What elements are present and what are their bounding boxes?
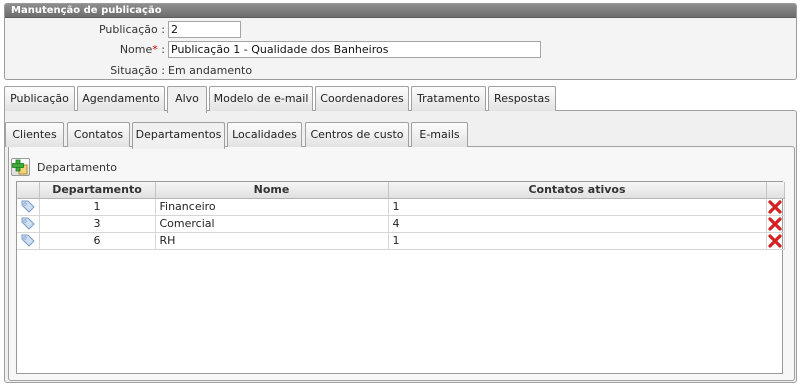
tab-departamentos[interactable]: Departamentos xyxy=(132,122,225,149)
cell-contatos: 1 xyxy=(388,198,767,216)
departamentos-grid: Departamento Nome Contatos ativos 1 Fina… xyxy=(16,181,785,374)
tab-modelo-de-email[interactable]: Modelo de e-mail xyxy=(209,86,313,111)
nome-label-colon: : xyxy=(161,43,165,56)
publicacao-input[interactable] xyxy=(168,21,241,38)
panel-title: Manutenção de publicação xyxy=(5,4,796,18)
cell-departamento: 1 xyxy=(39,198,156,216)
delete-cell[interactable] xyxy=(766,215,785,233)
tab-centros-de-custo[interactable]: Centros de custo xyxy=(305,122,409,147)
situacao-label: Situação : xyxy=(110,64,165,77)
cell-departamento: 3 xyxy=(39,215,156,233)
tab-alvo[interactable]: Alvo xyxy=(167,86,207,113)
tab-tratamento[interactable]: Tratamento xyxy=(411,86,486,111)
row-icon-cell[interactable] xyxy=(17,198,40,216)
tab-contatos[interactable]: Contatos xyxy=(67,122,130,147)
cell-contatos: 4 xyxy=(388,215,767,233)
delete-cell[interactable] xyxy=(766,198,785,216)
cell-departamento: 6 xyxy=(39,232,156,250)
publicacao-label: Publicação : xyxy=(98,23,165,36)
row-icon-cell[interactable] xyxy=(17,215,40,233)
delete-icon[interactable] xyxy=(768,233,782,248)
delete-icon[interactable] xyxy=(768,216,782,231)
cell-nome: Financeiro xyxy=(155,198,389,216)
tab-localidades[interactable]: Localidades xyxy=(227,122,302,147)
cell-contatos: 1 xyxy=(388,232,767,250)
tab-clientes[interactable]: Clientes xyxy=(5,122,64,147)
tag-icon[interactable] xyxy=(20,216,36,231)
nome-input[interactable] xyxy=(168,41,541,58)
situacao-row: Situação : Em andamento xyxy=(5,62,796,79)
column-header-icon xyxy=(17,182,40,199)
table-row[interactable]: 3 Comercial 4 xyxy=(17,215,785,233)
situacao-value: Em andamento xyxy=(168,64,253,77)
tag-icon[interactable] xyxy=(20,233,36,248)
column-header-contatos-ativos[interactable]: Contatos ativos xyxy=(388,182,767,199)
tab-agendamento[interactable]: Agendamento xyxy=(77,86,165,111)
add-departamento-label: Departamento xyxy=(37,161,118,174)
tab-respostas[interactable]: Respostas xyxy=(488,86,556,111)
tab-emails[interactable]: E-mails xyxy=(411,122,468,147)
cell-nome: Comercial xyxy=(155,215,389,233)
delete-icon[interactable] xyxy=(768,199,782,214)
table-row[interactable]: 6 RH 1 xyxy=(17,232,785,250)
add-icon xyxy=(12,159,28,175)
publication-panel: Manutenção de publicação Publicação : No… xyxy=(4,3,797,80)
add-departamento-button[interactable] xyxy=(11,158,30,176)
tab-publicacao[interactable]: Publicação xyxy=(4,86,75,111)
cell-nome: RH xyxy=(155,232,389,250)
delete-cell[interactable] xyxy=(766,232,785,250)
nome-label-text: Nome xyxy=(119,43,153,56)
column-header-departamento[interactable]: Departamento xyxy=(39,182,156,199)
row-icon-cell[interactable] xyxy=(17,232,40,250)
table-row[interactable]: 1 Financeiro 1 xyxy=(17,198,785,216)
required-marker: * xyxy=(152,43,158,56)
tag-icon[interactable] xyxy=(20,199,36,214)
column-header-actions xyxy=(766,182,785,199)
column-header-nome[interactable]: Nome xyxy=(155,182,389,199)
publicacao-row: Publicação : xyxy=(5,21,796,39)
nome-label: Nome* : xyxy=(5,41,165,59)
nome-row: Nome* : xyxy=(5,41,796,59)
grid-header-row: Departamento Nome Contatos ativos xyxy=(17,182,785,199)
tab-coordenadores[interactable]: Coordenadores xyxy=(315,86,409,111)
